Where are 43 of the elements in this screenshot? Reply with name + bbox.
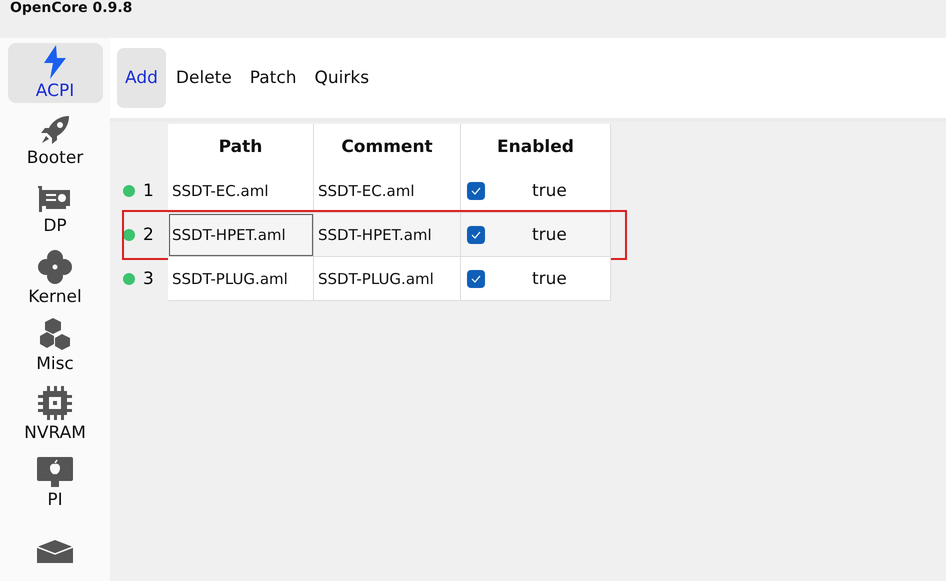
chip-icon [37, 385, 73, 422]
window-title: OpenCore 0.9.8 [10, 1, 132, 16]
box-icon [36, 538, 74, 563]
checkmark-icon [471, 230, 481, 238]
tab[interactable]: Quirks [306, 48, 378, 108]
status-dot [123, 229, 135, 241]
hexagons-icon [39, 318, 71, 352]
column-header[interactable]: Enabled [461, 124, 611, 169]
status-dot [123, 273, 135, 285]
status-dot [123, 185, 135, 197]
table-cell[interactable]: SSDT-PLUG.aml [168, 257, 314, 301]
tab[interactable]: Patch [242, 48, 304, 108]
row-number: 3 [143, 269, 154, 289]
sidebar-item[interactable]: NVRAM [8, 384, 102, 444]
table-cell[interactable]: SSDT-HPET.aml [168, 213, 314, 257]
column-header[interactable]: Comment [314, 124, 461, 169]
enabled-value: true [532, 180, 567, 200]
sidebar-item[interactable]: PI [8, 452, 102, 513]
row-number: 1 [143, 181, 154, 201]
sidebar-item[interactable]: ACPI [8, 43, 102, 104]
checkbox[interactable] [467, 182, 485, 200]
lightning-icon [42, 45, 68, 80]
rocket-icon [39, 114, 71, 146]
sidebar-item[interactable]: Kernel [8, 248, 102, 308]
checkbox[interactable] [467, 226, 485, 244]
clover-icon [37, 248, 73, 285]
enabled-value: true [532, 268, 567, 288]
monitor-apple-icon [36, 456, 74, 488]
sidebar-item[interactable]: DP [8, 180, 102, 240]
table-cell[interactable]: SSDT-PLUG.aml [314, 257, 461, 301]
checkmark-icon [471, 274, 481, 282]
enabled-value: true [532, 224, 567, 244]
table-cell[interactable]: SSDT-EC.aml [168, 169, 314, 213]
sidebar-item[interactable]: Misc [8, 316, 102, 376]
table-cell[interactable]: SSDT-HPET.aml [314, 213, 461, 257]
tab[interactable]: Delete [168, 48, 240, 108]
tab[interactable]: Add [117, 48, 166, 108]
checkbox[interactable] [467, 270, 485, 288]
column-header[interactable]: Path [168, 124, 314, 169]
sidebar-item[interactable]: Booter [8, 111, 102, 172]
checkmark-icon [471, 186, 481, 194]
row-number: 2 [143, 225, 154, 245]
table-cell[interactable]: SSDT-EC.aml [314, 169, 461, 213]
